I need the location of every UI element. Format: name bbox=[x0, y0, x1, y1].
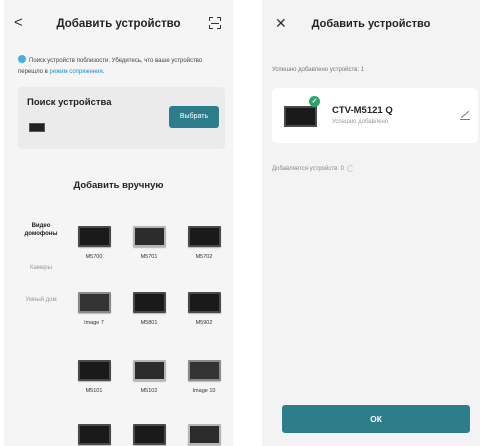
monitor-icon bbox=[77, 424, 111, 445]
scan-icon[interactable] bbox=[209, 17, 221, 29]
monitor-icon bbox=[132, 360, 166, 381]
device-label: M5102 bbox=[140, 388, 158, 394]
device-item[interactable]: Image 7 bbox=[70, 292, 118, 326]
category-smart-home[interactable]: Умный дом bbox=[16, 296, 66, 304]
monitor-icon bbox=[77, 226, 111, 247]
category-cameras[interactable]: Камеры bbox=[16, 264, 66, 272]
add-device-screen: < Добавить устройство Поиск устройств по… bbox=[4, 0, 233, 446]
device-label: M5801 bbox=[140, 320, 158, 326]
adding-count-label: Добавляется устройств: 0 bbox=[272, 165, 354, 172]
monitor-icon bbox=[187, 226, 221, 247]
device-search-card: Поиск устройства Выбрать bbox=[18, 87, 225, 149]
device-label: M5700 bbox=[85, 254, 103, 260]
ok-button[interactable]: ОК bbox=[282, 405, 470, 433]
monitor-icon bbox=[77, 292, 111, 313]
device-item[interactable] bbox=[70, 424, 118, 445]
loading-spinner-icon bbox=[346, 165, 354, 172]
device-item[interactable]: M5700 bbox=[70, 226, 118, 260]
monitor-icon bbox=[187, 292, 221, 313]
device-label: Image 10 bbox=[192, 388, 216, 394]
select-button[interactable]: Выбрать bbox=[169, 106, 219, 128]
hint-text: Поиск устройств поблизости. Убедитесь, ч… bbox=[18, 58, 203, 75]
search-title: Поиск устройства bbox=[27, 97, 112, 108]
device-item[interactable]: M5101 bbox=[70, 360, 118, 394]
monitor-icon bbox=[187, 424, 221, 445]
monitor-icon bbox=[77, 360, 111, 381]
add-result-screen: ✕ Добавить устройство Успешно добавлено … bbox=[262, 0, 480, 446]
pairing-mode-link[interactable]: режим сопряжения bbox=[50, 69, 103, 75]
added-device-card[interactable]: ✓ CTV-M5121 Q Успешно добавлено bbox=[272, 88, 478, 143]
monitor-icon bbox=[132, 424, 166, 445]
edit-icon[interactable] bbox=[460, 110, 470, 120]
check-icon: ✓ bbox=[309, 96, 320, 107]
device-item[interactable]: M5702 bbox=[180, 226, 228, 260]
device-item[interactable]: M5701 bbox=[125, 226, 173, 260]
device-label: M5702 bbox=[195, 254, 213, 260]
device-label: M5701 bbox=[140, 254, 158, 260]
device-item[interactable] bbox=[180, 424, 228, 445]
search-hint: Поиск устройств поблизости. Убедитесь, ч… bbox=[18, 55, 223, 78]
device-item[interactable] bbox=[125, 424, 173, 445]
found-device-icon bbox=[29, 123, 45, 132]
manual-add-title: Добавить вручную bbox=[73, 180, 164, 191]
hint-end: . bbox=[102, 69, 105, 75]
device-item[interactable]: M5102 bbox=[125, 360, 173, 394]
device-label: M5902 bbox=[195, 320, 213, 326]
device-status: Успешно добавлено bbox=[332, 119, 389, 125]
device-label: M5101 bbox=[85, 388, 103, 394]
info-icon bbox=[18, 55, 26, 63]
device-label: Image 7 bbox=[84, 320, 104, 326]
page-title: Добавить устройство bbox=[56, 18, 181, 30]
device-name: CTV-M5121 Q bbox=[332, 105, 393, 116]
category-video-intercoms[interactable]: Видео домофоны bbox=[16, 222, 66, 238]
adding-text: Добавляется устройств: 0 bbox=[272, 166, 344, 172]
monitor-icon bbox=[284, 106, 317, 127]
device-item[interactable]: M5902 bbox=[180, 292, 228, 326]
page-title: Добавить устройство bbox=[311, 18, 431, 30]
added-count-label: Успешно добавлено устройств: 1 bbox=[272, 67, 365, 73]
monitor-icon bbox=[187, 360, 221, 381]
device-item[interactable]: M5801 bbox=[125, 292, 173, 326]
monitor-icon bbox=[132, 226, 166, 247]
device-item[interactable]: Image 10 bbox=[180, 360, 228, 394]
monitor-icon bbox=[132, 292, 166, 313]
top-bar: < Добавить устройство bbox=[4, 0, 233, 50]
